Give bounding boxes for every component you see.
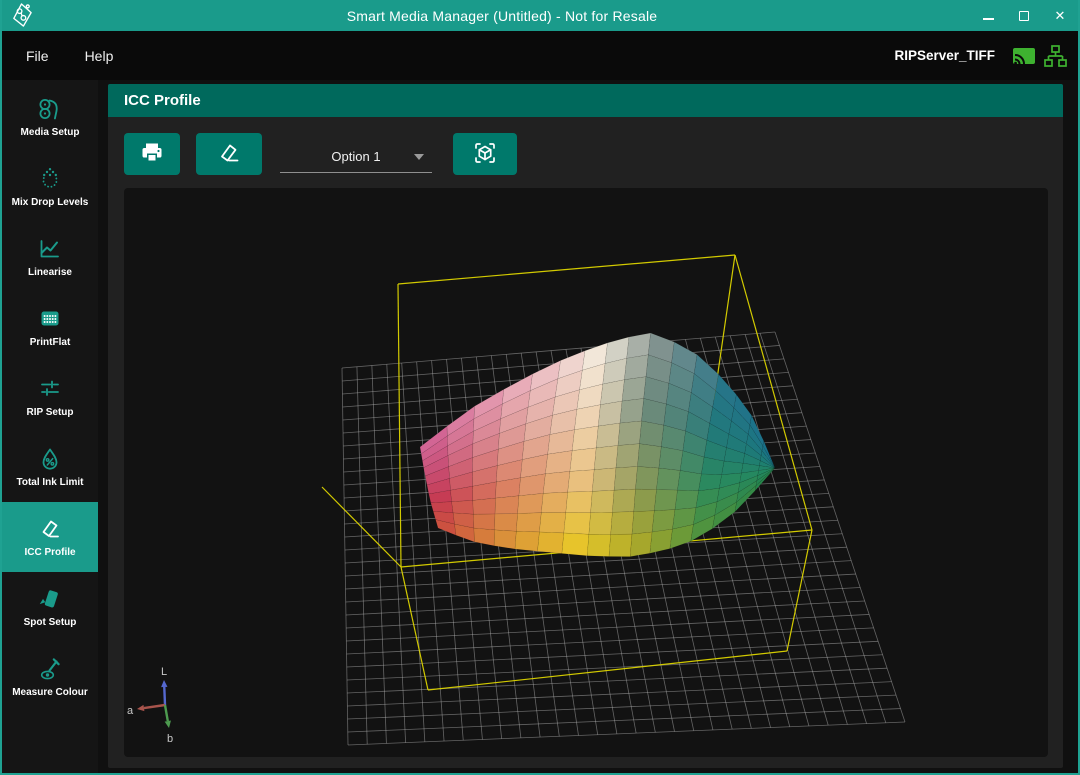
cast-icon[interactable] <box>1011 45 1037 67</box>
app-logo-icon <box>9 2 34 29</box>
view-3d-button[interactable] <box>453 133 517 175</box>
sidebar-item-rip-setup[interactable]: RIP Setup <box>2 362 98 432</box>
gamut-scene: La b <box>124 188 1048 757</box>
title-bar: Smart Media Manager (Untitled) - Not for… <box>2 0 1078 31</box>
menu-help[interactable]: Help <box>79 44 120 68</box>
sidebar-item-label: Total Ink Limit <box>16 477 83 488</box>
window-controls: ✕ <box>970 0 1078 31</box>
sidebar-item-printflat[interactable]: PrintFlat <box>2 292 98 362</box>
gamut-3d-viewport[interactable]: La b <box>124 188 1048 757</box>
sidebar-item-media-setup[interactable]: Media Setup <box>2 82 98 152</box>
chevron-down-icon <box>414 154 424 160</box>
eyedropper-eye-icon <box>37 656 63 682</box>
sidebar-item-icc-profile[interactable]: ICC Profile <box>2 502 98 572</box>
profile-option-select[interactable]: Option 1 <box>280 141 432 173</box>
sidebar-item-label: Spot Setup <box>24 617 77 628</box>
app-body: Media Setup Mix Drop Levels <box>2 80 1078 773</box>
printer-icon <box>138 141 166 168</box>
axis-label-a: a <box>127 705 134 717</box>
page-title: ICC Profile <box>124 92 201 109</box>
sidebar-item-label: ICC Profile <box>24 547 75 558</box>
icc-profile-panel: ICC Profile <box>108 84 1063 768</box>
line-chart-icon <box>37 236 63 262</box>
status-area: RIPServer_TIFF <box>894 44 1068 68</box>
sidebar-item-spot-setup[interactable]: Spot Setup <box>2 572 98 642</box>
window-title: Smart Media Manager (Untitled) - Not for… <box>34 8 970 24</box>
sidebar-item-measure-colour[interactable]: Measure Colour <box>2 642 98 712</box>
sidebar-item-label: Media Setup <box>21 127 80 138</box>
rip-server-label: RIPServer_TIFF <box>894 48 995 63</box>
minimize-button[interactable] <box>970 0 1006 31</box>
sidebar-item-mix-drop-levels[interactable]: Mix Drop Levels <box>2 152 98 222</box>
axis-triad: La b <box>127 666 173 745</box>
menu-file[interactable]: File <box>20 44 55 68</box>
sliders-icon <box>37 376 63 402</box>
eraser-icon <box>216 140 242 169</box>
maximize-icon <box>1019 11 1029 21</box>
close-icon: ✕ <box>1055 9 1066 22</box>
media-rolls-icon <box>37 96 63 122</box>
pen-nib-icon <box>37 516 63 542</box>
print-button[interactable] <box>124 133 180 175</box>
app-window: Smart Media Manager (Untitled) - Not for… <box>0 0 1080 775</box>
gamut-surface <box>420 333 775 557</box>
cube-3d-icon <box>471 139 499 170</box>
sidebar: Media Setup Mix Drop Levels <box>2 80 98 773</box>
sidebar-item-linearise[interactable]: Linearise <box>2 222 98 292</box>
selected-option-label: Option 1 <box>331 149 380 164</box>
erase-button[interactable] <box>196 133 262 175</box>
network-icon[interactable] <box>1043 44 1068 68</box>
page-header: ICC Profile <box>108 84 1063 117</box>
ink-drop-percent-icon <box>37 446 63 472</box>
sidebar-item-label: Linearise <box>28 267 72 278</box>
sidebar-item-label: Measure Colour <box>12 687 88 698</box>
axis-label-b: b <box>167 733 173 745</box>
axis-label-L: L <box>161 666 167 678</box>
sidebar-item-label: Mix Drop Levels <box>12 197 89 208</box>
sidebar-item-label: PrintFlat <box>30 337 71 348</box>
close-button[interactable]: ✕ <box>1042 0 1078 31</box>
maximize-button[interactable] <box>1006 0 1042 31</box>
sidebar-item-label: RIP Setup <box>26 407 73 418</box>
minimize-icon <box>983 18 994 20</box>
swatch-icon <box>37 586 63 612</box>
ink-drops-icon <box>37 166 63 192</box>
printhead-dots-icon <box>37 306 63 332</box>
sidebar-item-total-ink-limit[interactable]: Total Ink Limit <box>2 432 98 502</box>
menu-bar: File Help RIPServer_TIFF <box>2 31 1078 80</box>
main-area: ICC Profile <box>98 80 1078 773</box>
